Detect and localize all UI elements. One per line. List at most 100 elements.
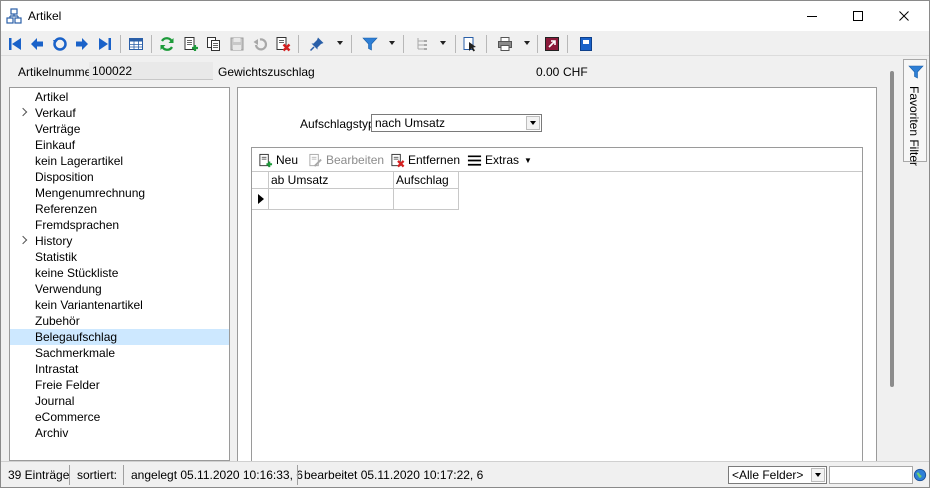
filter-button[interactable] — [360, 34, 380, 54]
save-button[interactable] — [227, 34, 247, 54]
toolbar-separator — [298, 35, 299, 53]
tree-dropdown-arrow[interactable] — [440, 41, 446, 45]
new-record-button[interactable] — [181, 34, 201, 54]
field-filter-dropdown-button[interactable] — [811, 468, 825, 482]
tree-item[interactable]: Belegaufschlag — [10, 329, 229, 345]
grid-toolbar: Neu Bearbeiten Entfernen Extras ▼ — [252, 148, 862, 172]
tree-item[interactable]: Freie Felder — [10, 377, 229, 393]
undo-button[interactable] — [250, 34, 270, 54]
document-select-button[interactable] — [460, 34, 480, 54]
pin-dropdown-arrow[interactable] — [337, 41, 343, 45]
tree-item[interactable]: kein Variantenartikel — [10, 297, 229, 313]
chevron-right-icon[interactable] — [18, 235, 28, 245]
search-input[interactable] — [829, 466, 913, 484]
tree-item-label: Verkauf — [35, 106, 76, 120]
last-record-icon — [99, 38, 111, 50]
field-filter-select[interactable]: <Alle Felder> — [728, 466, 827, 484]
grid-new-button[interactable]: Neu — [258, 152, 298, 168]
status-separator — [297, 465, 298, 485]
aufschlagstyp-select[interactable]: nach Umsatz — [371, 114, 542, 132]
grid-extras-button[interactable]: Extras ▼ — [467, 152, 532, 168]
tree-item[interactable]: Einkauf — [10, 137, 229, 153]
previous-record-button[interactable] — [27, 34, 47, 54]
tree-item[interactable]: Zubehör — [10, 313, 229, 329]
grid-new-label: Neu — [276, 153, 299, 167]
chevron-down-icon — [530, 121, 536, 125]
tree-structure-icon — [417, 38, 427, 50]
chevron-right-icon[interactable] — [18, 107, 28, 117]
maximize-button[interactable] — [835, 1, 881, 31]
cell-ab-umsatz[interactable] — [269, 189, 394, 210]
grid-edit-label: Bearbeiten — [326, 153, 385, 167]
notes-button[interactable] — [576, 34, 596, 54]
print-button[interactable] — [495, 34, 515, 54]
minimize-button[interactable] — [789, 1, 835, 31]
cell-aufschlag[interactable] — [394, 189, 459, 210]
globe-icon[interactable] — [913, 468, 927, 482]
aufschlagstyp-dropdown-button[interactable] — [526, 116, 540, 130]
tree-item[interactable]: History — [10, 233, 229, 249]
filter-funnel-icon — [908, 65, 924, 79]
refresh-icon — [160, 37, 174, 51]
tree-item[interactable]: Verwendung — [10, 281, 229, 297]
undo-icon — [253, 38, 268, 51]
grid-remove-button[interactable]: Entfernen — [390, 152, 460, 168]
tree-item[interactable]: Artikel — [10, 89, 229, 105]
toolbar-separator — [455, 35, 456, 53]
table-view-button[interactable] — [126, 34, 146, 54]
undo-navigation-button[interactable] — [50, 34, 70, 54]
pin-icon — [309, 37, 324, 52]
last-record-button[interactable] — [95, 34, 115, 54]
filter-dropdown-arrow[interactable] — [389, 41, 395, 45]
tree-item[interactable]: Sachmerkmale — [10, 345, 229, 361]
tree-item[interactable]: Disposition — [10, 169, 229, 185]
tree-item[interactable]: Journal — [10, 393, 229, 409]
export-button[interactable] — [542, 34, 562, 54]
grid-edit-button[interactable]: Bearbeiten — [308, 152, 384, 168]
close-icon — [899, 11, 909, 21]
record-count: 39 Einträge — [8, 468, 70, 482]
tree-item[interactable]: Statistik — [10, 249, 229, 265]
tree-item[interactable]: kein Lagerartikel — [10, 153, 229, 169]
column-header-aufschlag[interactable]: Aufschlag — [394, 172, 459, 189]
window-title: Artikel — [28, 9, 62, 23]
toolbar-separator — [403, 35, 404, 53]
artikelnummer-input[interactable] — [89, 62, 213, 80]
tree-item[interactable]: eCommerce — [10, 409, 229, 425]
favorites-filter-tab[interactable]: Favoriten Filter — [903, 59, 927, 166]
delete-record-button[interactable] — [273, 34, 293, 54]
print-dropdown-arrow[interactable] — [524, 41, 530, 45]
current-row-arrow-icon — [258, 194, 264, 204]
tree-item[interactable]: Mengenumrechnung — [10, 185, 229, 201]
row-indicator-cell — [252, 189, 269, 210]
tree-item-label: Einkauf — [35, 138, 76, 152]
next-record-button[interactable] — [72, 34, 92, 54]
chevron-down-icon — [815, 473, 821, 477]
tree-item[interactable]: keine Stückliste — [10, 265, 229, 281]
artikel-window: Artikel Artikelnummer 100022 Gewichtszus… — [0, 0, 930, 488]
tree-item[interactable]: Fremdsprachen — [10, 217, 229, 233]
column-header-ab-umsatz[interactable]: ab Umsatz — [269, 172, 394, 189]
tree-item[interactable]: Archiv — [10, 425, 229, 441]
edit-document-icon — [309, 153, 322, 167]
tree-item[interactable]: Verträge — [10, 121, 229, 137]
tree-item-label: Intrastat — [35, 362, 79, 376]
tree-item-label: eCommerce — [35, 410, 101, 424]
new-document-icon — [184, 37, 198, 51]
tree-item-label: Verträge — [35, 122, 81, 136]
tree-item[interactable]: Intrastat — [10, 361, 229, 377]
close-button[interactable] — [881, 1, 927, 31]
copy-record-button[interactable] — [204, 34, 224, 54]
toolbar-separator — [351, 35, 352, 53]
aufschlagstyp-label: Aufschlagstyp — [300, 117, 375, 131]
first-record-button[interactable] — [5, 34, 25, 54]
tree-item[interactable]: Verkauf — [10, 105, 229, 121]
first-record-icon — [9, 38, 21, 50]
refresh-button[interactable] — [157, 34, 177, 54]
circular-arrow-icon — [53, 37, 67, 51]
pin-button[interactable] — [307, 34, 327, 54]
scrollbar-thumb[interactable] — [890, 71, 894, 387]
main-toolbar — [1, 31, 929, 56]
tree-item[interactable]: Referenzen — [10, 201, 229, 217]
tree-view-button[interactable] — [412, 34, 432, 54]
